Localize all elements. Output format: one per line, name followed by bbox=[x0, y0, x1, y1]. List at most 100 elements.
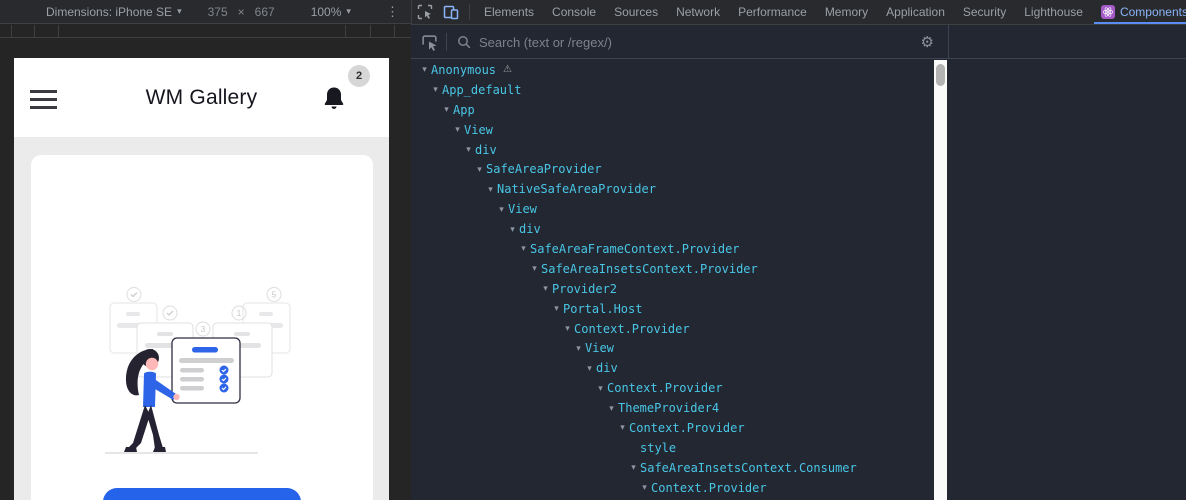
scrollbar-thumb[interactable] bbox=[936, 64, 945, 86]
tree-row[interactable]: ▾Anonymous ⚠ bbox=[411, 60, 934, 80]
tab-network[interactable]: Network bbox=[667, 0, 729, 25]
tree-row[interactable]: ▾SafeAreaFrameContext.Provider bbox=[411, 239, 934, 259]
expand-arrow-icon[interactable]: ▾ bbox=[473, 164, 486, 175]
tree-row[interactable]: ▾div bbox=[411, 140, 934, 160]
gear-icon[interactable]: ⚙ bbox=[921, 33, 934, 51]
component-name: Context.Provider bbox=[629, 421, 745, 435]
select-component-icon[interactable] bbox=[421, 34, 438, 51]
tree-row[interactable]: ▾div bbox=[411, 358, 934, 378]
expand-arrow-icon[interactable]: ▾ bbox=[418, 64, 431, 75]
tree-row[interactable]: style bbox=[411, 438, 934, 458]
scrollbar[interactable] bbox=[934, 60, 947, 500]
expand-arrow-icon[interactable]: ▾ bbox=[462, 144, 475, 155]
expand-arrow-icon[interactable]: ▾ bbox=[561, 323, 574, 334]
tree-row[interactable]: ▾Context.Provider bbox=[411, 319, 934, 339]
tree-row[interactable]: ▾View bbox=[411, 120, 934, 140]
react-devtools-icon bbox=[1101, 5, 1115, 19]
device-toolbar: Dimensions: iPhone SE ▾ 375 × 667 100% ▾… bbox=[0, 0, 411, 24]
search-input[interactable] bbox=[479, 35, 921, 50]
component-name: Provider2 bbox=[552, 282, 617, 296]
component-name: SafeAreaInsetsContext.Provider bbox=[541, 262, 758, 276]
expand-arrow-icon[interactable]: ▾ bbox=[517, 243, 530, 254]
cta-button[interactable] bbox=[103, 488, 301, 500]
component-name: style bbox=[640, 441, 676, 455]
tab-console[interactable]: Console bbox=[543, 0, 605, 25]
tree-row[interactable]: ▾Context.Provider bbox=[411, 378, 934, 398]
expand-arrow-icon[interactable]: ▾ bbox=[429, 84, 442, 95]
expand-arrow-icon[interactable]: ▾ bbox=[583, 363, 596, 374]
tree-row[interactable]: ▾div bbox=[411, 219, 934, 239]
tab-security[interactable]: Security bbox=[954, 0, 1015, 25]
tree-row[interactable]: ▾SafeAreaProvider bbox=[411, 159, 934, 179]
component-name: SafeAreaProvider bbox=[486, 162, 602, 176]
component-name: div bbox=[519, 222, 541, 236]
device-select-label: Dimensions: iPhone SE bbox=[46, 5, 172, 19]
component-name: SafeAreaFrameContext.Provider bbox=[530, 242, 740, 256]
expand-arrow-icon[interactable]: ▾ bbox=[539, 283, 552, 294]
width-input[interactable]: 375 bbox=[208, 5, 228, 19]
expand-arrow-icon[interactable]: ▾ bbox=[484, 184, 497, 195]
zoom-select-label: 100% bbox=[311, 5, 342, 19]
expand-arrow-icon[interactable]: ▾ bbox=[451, 124, 464, 135]
onboarding-illustration: 315 bbox=[103, 287, 297, 455]
svg-text:5: 5 bbox=[272, 291, 277, 300]
expand-arrow-icon[interactable]: ▾ bbox=[440, 104, 453, 115]
expand-arrow-icon[interactable]: ▾ bbox=[506, 224, 519, 235]
component-tree: ▾Anonymous⚠▾App_default▾App▾View▾div▾Saf… bbox=[411, 60, 934, 500]
ruler bbox=[0, 25, 411, 38]
kebab-menu-icon[interactable]: ⋮ bbox=[386, 4, 399, 20]
expand-arrow-icon[interactable]: ▾ bbox=[627, 462, 640, 473]
chevron-down-icon: ▾ bbox=[346, 6, 351, 17]
tab-lighthouse[interactable]: Lighthouse bbox=[1015, 0, 1092, 25]
tree-row[interactable]: ▾ThemeProvider4 bbox=[411, 398, 934, 418]
multiply-icon: × bbox=[238, 5, 245, 19]
tree-row[interactable]: ▾View bbox=[411, 338, 934, 358]
tab-sources[interactable]: Sources bbox=[605, 0, 667, 25]
tree-row[interactable]: ▾Provider2 bbox=[411, 279, 934, 299]
tab-application[interactable]: Application bbox=[877, 0, 954, 25]
component-name: Anonymous bbox=[431, 63, 496, 77]
warning-icon: ⚠ bbox=[503, 64, 512, 75]
tab-components[interactable]: Components bbox=[1092, 0, 1186, 25]
expand-arrow-icon[interactable]: ▾ bbox=[638, 482, 651, 493]
svg-text:1: 1 bbox=[237, 309, 242, 318]
device-screen: WM Gallery 2 bbox=[14, 58, 389, 500]
tree-row[interactable]: ▾Context.Provider bbox=[411, 418, 934, 438]
component-name: App_default bbox=[442, 83, 521, 97]
device-toolbar-toggle-icon[interactable] bbox=[443, 4, 459, 20]
tree-row[interactable]: ▾SafeAreaInsetsContext.Consumer bbox=[411, 458, 934, 478]
component-name: View bbox=[585, 341, 614, 355]
tree-row[interactable]: ▾SafeAreaInsetsContext.Provider bbox=[411, 259, 934, 279]
component-name: ThemeProvider4 bbox=[618, 401, 719, 415]
tree-row[interactable]: ▾NativeSafeAreaProvider bbox=[411, 179, 934, 199]
expand-arrow-icon[interactable]: ▾ bbox=[605, 403, 618, 414]
content-card: 315 bbox=[31, 155, 373, 500]
expand-arrow-icon[interactable]: ▾ bbox=[594, 383, 607, 394]
device-select[interactable]: Dimensions: iPhone SE ▾ bbox=[46, 5, 182, 19]
app-header: WM Gallery 2 bbox=[14, 58, 389, 137]
expand-arrow-icon[interactable]: ▾ bbox=[528, 263, 541, 274]
devtools-tabbar: ElementsConsoleSourcesNetworkPerformance… bbox=[411, 0, 1186, 25]
component-name: Context.Provider bbox=[574, 322, 690, 336]
app-body: 315 bbox=[14, 137, 389, 500]
component-name: SafeAreaInsetsContext.Consumer bbox=[640, 461, 857, 475]
height-input[interactable]: 667 bbox=[255, 5, 275, 19]
tree-row[interactable]: ▾App_default bbox=[411, 80, 934, 100]
expand-arrow-icon[interactable]: ▾ bbox=[572, 343, 585, 354]
component-name: Context.Provider bbox=[651, 481, 767, 495]
tree-row[interactable]: ▾View bbox=[411, 199, 934, 219]
component-name: Context.Provider bbox=[607, 381, 723, 395]
tab-elements[interactable]: Elements bbox=[475, 0, 543, 25]
expand-arrow-icon[interactable]: ▾ bbox=[495, 204, 508, 215]
inspect-element-icon[interactable] bbox=[417, 4, 433, 20]
components-toolbar: ⚙ bbox=[411, 25, 1186, 59]
tree-row[interactable]: ▾App bbox=[411, 100, 934, 120]
expand-arrow-icon[interactable]: ▾ bbox=[550, 303, 563, 314]
expand-arrow-icon[interactable]: ▾ bbox=[616, 422, 629, 433]
tree-row[interactable]: ▾Context.Provider bbox=[411, 478, 934, 498]
tab-memory[interactable]: Memory bbox=[816, 0, 877, 25]
tab-performance[interactable]: Performance bbox=[729, 0, 816, 25]
tree-row[interactable]: ▾Portal.Host bbox=[411, 299, 934, 319]
zoom-select[interactable]: 100% ▾ bbox=[311, 5, 351, 19]
bell-icon[interactable] bbox=[321, 85, 347, 113]
